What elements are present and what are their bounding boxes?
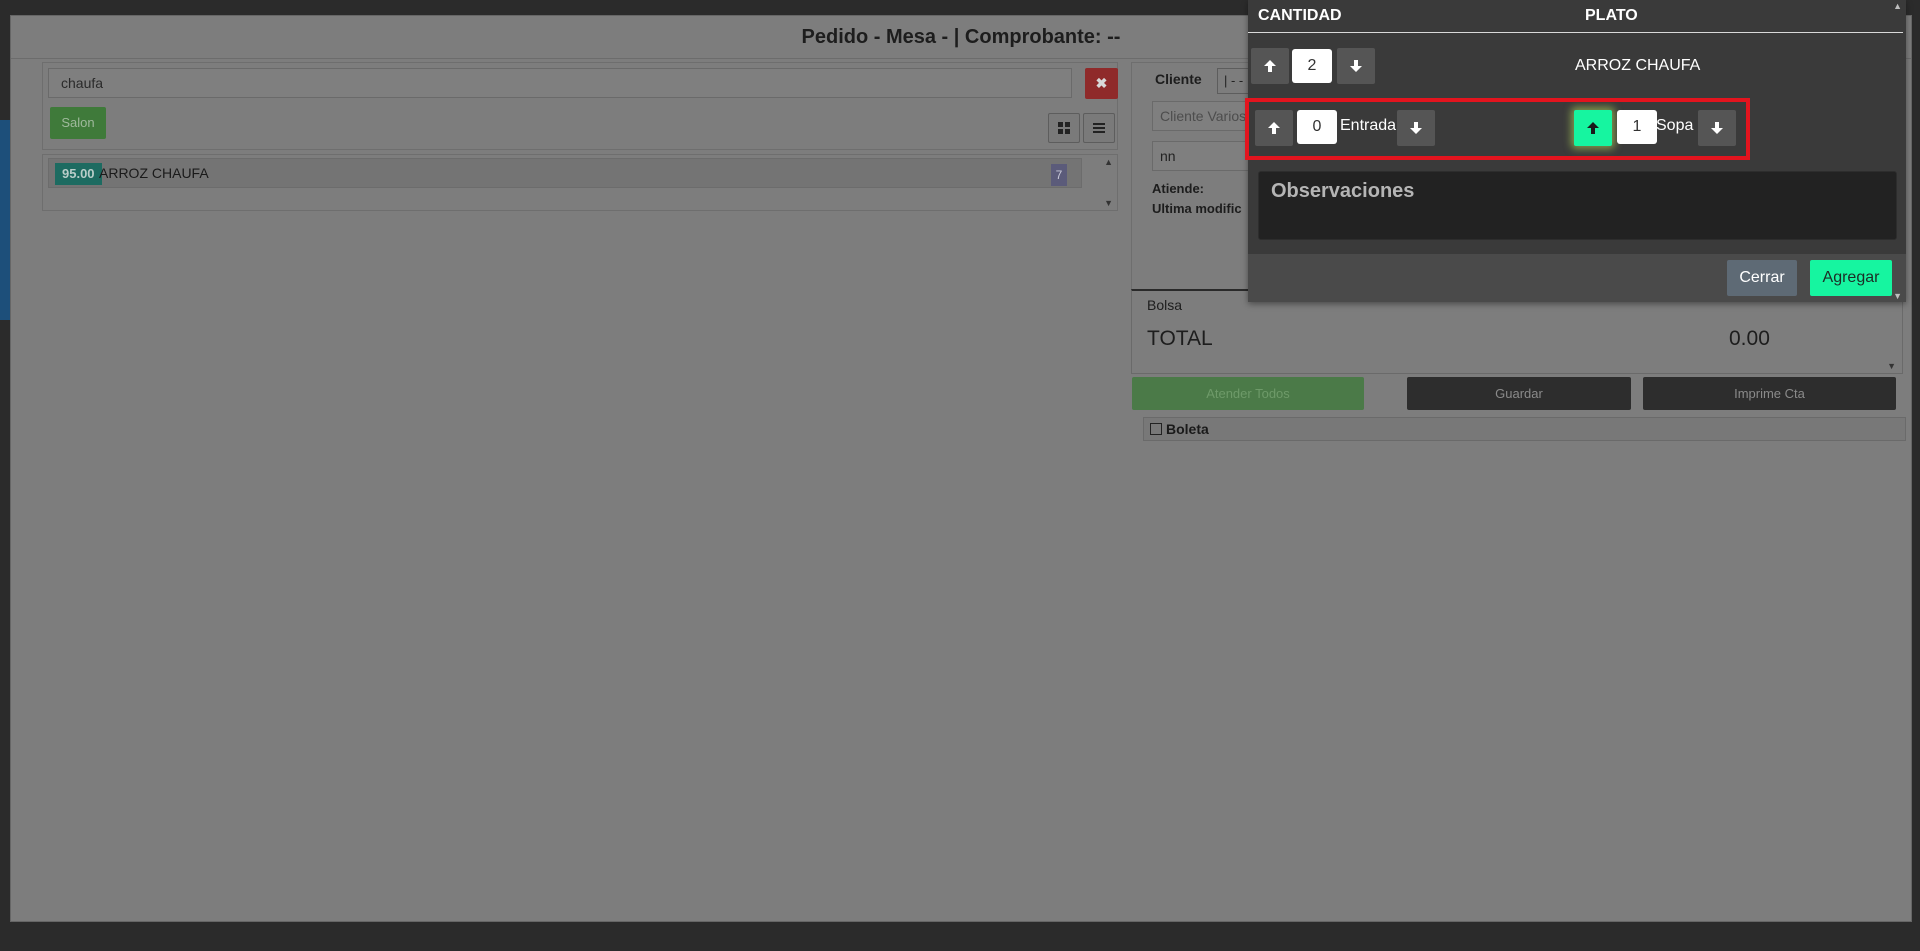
list-icon [1093,123,1105,133]
bolsa-label: Bolsa [1147,297,1183,313]
nn-input[interactable]: nn [1152,141,1252,171]
cliente-input[interactable]: Cliente Varios [1152,101,1252,131]
salon-button[interactable]: Salon [50,107,106,139]
arrow-up-icon [1264,60,1276,72]
scroll-up-icon[interactable]: ▲ [1104,157,1113,167]
clear-search-button[interactable]: ✖ [1085,68,1118,99]
agregar-button[interactable]: Agregar [1810,260,1892,296]
grid-icon [1058,122,1070,134]
results-list: 95.00 ARROZ CHAUFA 7 ▲ ▼ [42,154,1118,211]
checkbox-icon [1150,423,1162,435]
popup-dish-name: ARROZ CHAUFA [1575,57,1701,74]
close-icon: ✖ [1095,75,1108,91]
atiende-label: Atiende: [1152,181,1204,196]
cerrar-button[interactable]: Cerrar [1727,260,1797,296]
scroll-down-icon[interactable]: ▼ [1893,291,1902,301]
atender-todos-button[interactable]: Atender Todos [1132,377,1364,410]
arrow-down-icon [1350,60,1362,72]
boleta-label: Boleta [1166,421,1209,437]
ultima-modificacion-label: Ultima modific [1152,201,1242,216]
highlight-box [1245,98,1750,160]
plato-header: PLATO [1585,7,1638,24]
total-value: 0.00 [1729,327,1770,350]
grid-view-button[interactable] [1048,113,1080,143]
count-badge: 7 [1051,164,1067,186]
list-item[interactable]: 95.00 ARROZ CHAUFA 7 [48,158,1082,188]
price-badge: 95.00 [55,163,102,185]
search-input[interactable]: chaufa [48,68,1072,98]
observaciones-textarea[interactable]: Observaciones [1258,171,1897,240]
list-view-button[interactable] [1083,113,1115,143]
imprime-cta-button[interactable]: Imprime Cta [1643,377,1896,410]
popup-footer: Cerrar Agregar [1248,254,1906,302]
quantity-down-button[interactable] [1337,48,1375,84]
scroll-down-icon[interactable]: ▼ [1887,361,1896,371]
dish-name: ARROZ CHAUFA [99,165,209,181]
boleta-checkbox[interactable]: Boleta [1143,417,1906,441]
search-panel: chaufa ✖ Salon [42,62,1118,150]
cantidad-header: CANTIDAD [1258,7,1342,24]
quantity-field[interactable]: 2 [1292,49,1332,83]
scroll-up-icon[interactable]: ▲ [1893,1,1902,11]
scroll-down-icon[interactable]: ▼ [1104,198,1113,208]
quantity-up-button[interactable] [1251,48,1289,84]
popup-header: CANTIDAD PLATO [1248,0,1903,33]
cliente-label: Cliente [1155,71,1202,87]
total-label: TOTAL [1147,327,1213,350]
guardar-button[interactable]: Guardar [1407,377,1631,410]
